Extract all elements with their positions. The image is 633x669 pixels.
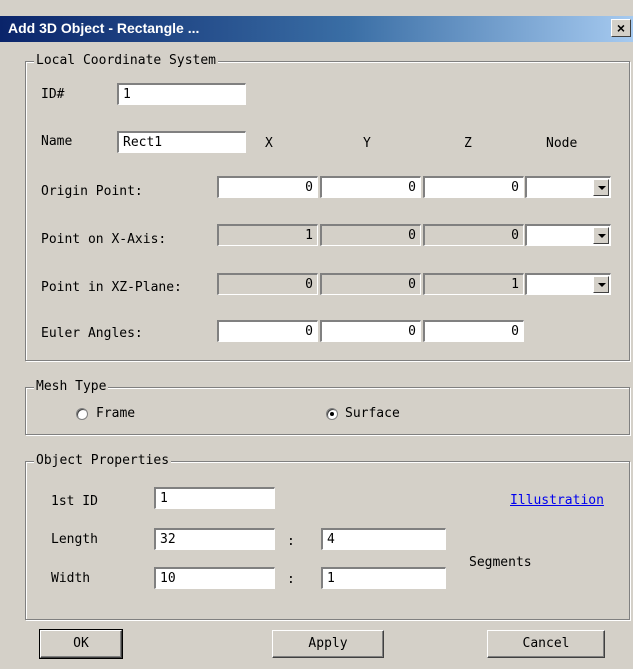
column-header-y: Y bbox=[363, 136, 371, 151]
close-button[interactable]: × bbox=[611, 19, 631, 37]
chevron-down-icon[interactable] bbox=[593, 227, 609, 244]
mesh-type-legend: Mesh Type bbox=[34, 379, 109, 394]
x-axis-node-select[interactable] bbox=[525, 224, 611, 246]
length-label: Length bbox=[51, 532, 98, 547]
column-header-z: Z bbox=[464, 136, 472, 151]
object-properties-legend: Object Properties bbox=[34, 453, 172, 468]
surface-radio-label[interactable]: Surface bbox=[345, 406, 400, 421]
lcs-legend: Local Coordinate System bbox=[34, 53, 219, 68]
length-separator: : bbox=[287, 534, 295, 549]
origin-x-input[interactable]: 0 bbox=[217, 176, 318, 198]
name-input[interactable]: Rect1 bbox=[117, 131, 246, 153]
segments-label: Segments bbox=[469, 555, 532, 570]
xz-plane-x-input[interactable]: 0 bbox=[217, 273, 318, 295]
xz-plane-y-input[interactable]: 0 bbox=[320, 273, 421, 295]
origin-node-select[interactable] bbox=[525, 176, 611, 198]
origin-y-input[interactable]: 0 bbox=[320, 176, 421, 198]
column-header-x: X bbox=[265, 136, 273, 151]
surface-radio[interactable] bbox=[326, 408, 338, 420]
width-separator: : bbox=[287, 572, 295, 587]
x-axis-y-input[interactable]: 0 bbox=[320, 224, 421, 246]
ok-button[interactable]: OK bbox=[39, 629, 123, 659]
first-id-input[interactable]: 1 bbox=[154, 487, 275, 509]
cancel-button[interactable]: Cancel bbox=[487, 630, 605, 658]
chevron-down-icon[interactable] bbox=[593, 179, 609, 196]
xz-plane-z-input[interactable]: 1 bbox=[423, 273, 524, 295]
euler-z-input[interactable]: 0 bbox=[423, 320, 524, 342]
apply-button[interactable]: Apply bbox=[272, 630, 384, 658]
column-header-node: Node bbox=[546, 136, 578, 151]
window-title: Add 3D Object - Rectangle ... bbox=[8, 20, 200, 36]
x-axis-z-input[interactable]: 0 bbox=[423, 224, 524, 246]
object-properties-group: Object Properties 1st ID 1 Illustration … bbox=[25, 453, 630, 620]
id-label: ID# bbox=[41, 87, 65, 102]
illustration-link[interactable]: Illustration bbox=[510, 493, 604, 508]
point-in-xz-plane-label: Point in XZ-Plane: bbox=[41, 280, 182, 295]
euler-y-input[interactable]: 0 bbox=[320, 320, 421, 342]
add-3d-object-dialog: Add 3D Object - Rectangle ... × Local Co… bbox=[0, 0, 633, 669]
close-icon: × bbox=[616, 20, 626, 36]
point-on-x-axis-label: Point on X-Axis: bbox=[41, 232, 167, 247]
width-label: Width bbox=[51, 571, 91, 586]
width-input[interactable]: 10 bbox=[154, 567, 275, 589]
origin-z-input[interactable]: 0 bbox=[423, 176, 524, 198]
width-segments-input[interactable]: 1 bbox=[321, 567, 446, 589]
euler-x-input[interactable]: 0 bbox=[217, 320, 318, 342]
xz-plane-node-select[interactable] bbox=[525, 273, 611, 295]
mesh-type-group: Mesh Type Frame Surface bbox=[25, 379, 630, 435]
title-bar[interactable]: Add 3D Object - Rectangle ... × bbox=[0, 16, 633, 42]
chevron-down-icon[interactable] bbox=[593, 276, 609, 293]
euler-angles-label: Euler Angles: bbox=[41, 326, 143, 341]
frame-radio-label[interactable]: Frame bbox=[96, 406, 135, 421]
x-axis-x-input[interactable]: 1 bbox=[217, 224, 318, 246]
local-coordinate-system-group: Local Coordinate System ID# 1 Name Rect1… bbox=[25, 53, 630, 361]
first-id-label: 1st ID bbox=[51, 494, 98, 509]
name-label: Name bbox=[41, 134, 73, 149]
frame-radio[interactable] bbox=[76, 408, 88, 420]
origin-point-label: Origin Point: bbox=[41, 184, 143, 199]
length-input[interactable]: 32 bbox=[154, 528, 275, 550]
id-input[interactable]: 1 bbox=[117, 83, 246, 105]
length-segments-input[interactable]: 4 bbox=[321, 528, 446, 550]
